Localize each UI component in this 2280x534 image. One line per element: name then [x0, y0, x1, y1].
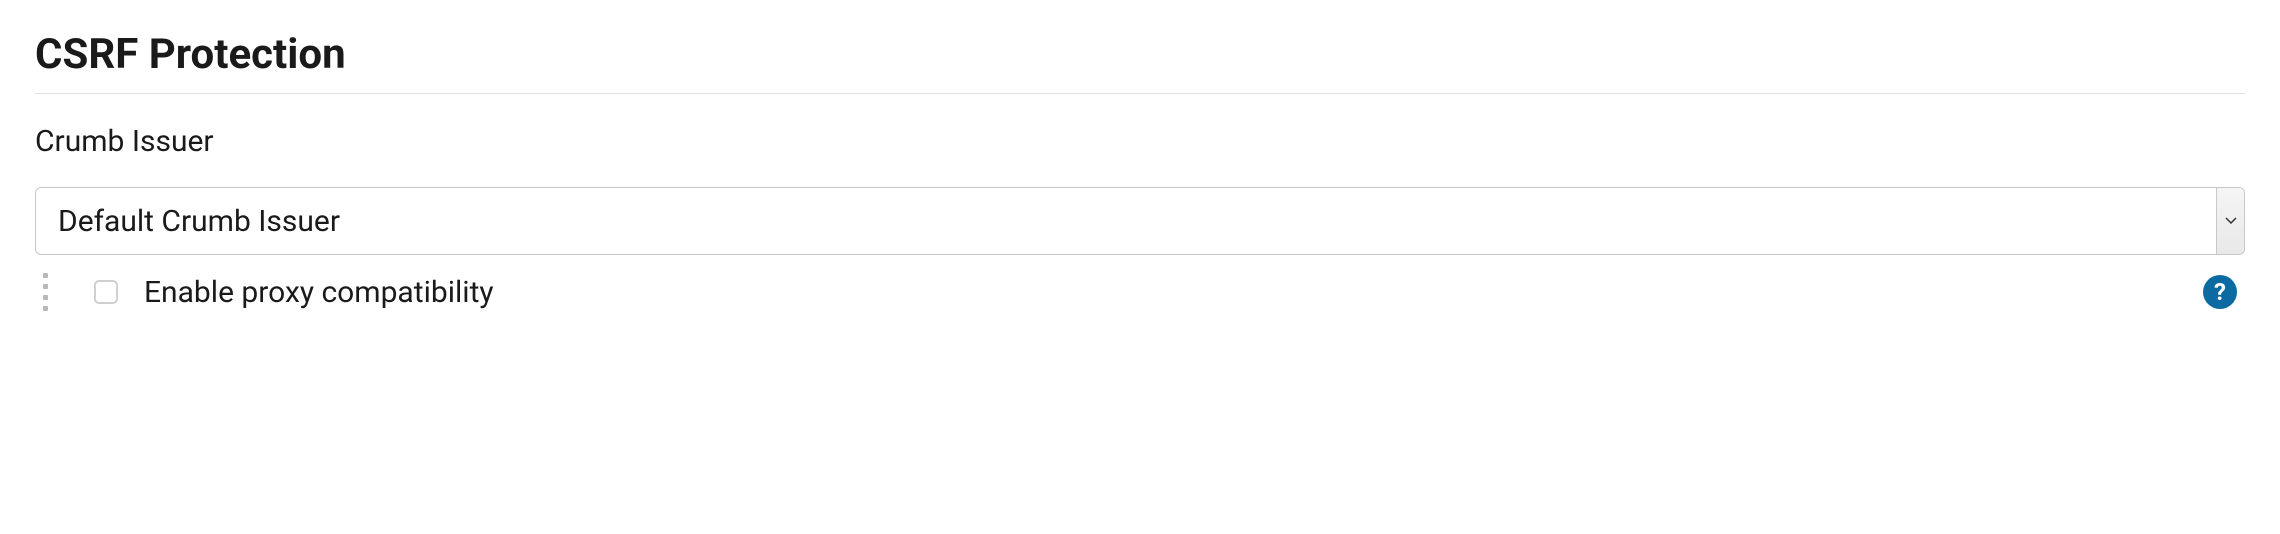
proxy-compat-label[interactable]: Enable proxy compatibility [144, 275, 494, 310]
help-icon-symbol: ? [2214, 278, 2226, 306]
crumb-issuer-select[interactable]: Default Crumb Issuer [35, 187, 2245, 255]
proxy-compat-checkbox-container: Enable proxy compatibility [94, 275, 2203, 310]
proxy-compat-row: Enable proxy compatibility ? [35, 273, 2245, 311]
help-icon[interactable]: ? [2203, 275, 2237, 309]
crumb-issuer-select-wrapper: Default Crumb Issuer [35, 187, 2245, 255]
crumb-issuer-label: Crumb Issuer [35, 124, 2245, 159]
section-title: CSRF Protection [35, 30, 2245, 94]
proxy-compat-checkbox[interactable] [94, 280, 118, 304]
drag-handle-icon[interactable] [43, 273, 48, 311]
